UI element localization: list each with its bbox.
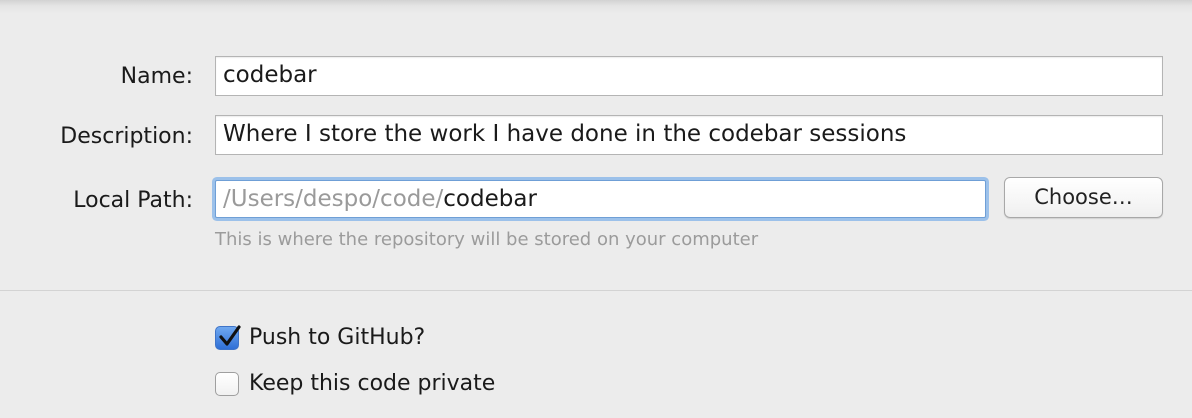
name-label: Name:: [120, 64, 193, 89]
description-value: Where I store the work I have done in th…: [223, 121, 907, 147]
name-field[interactable]: codebar: [215, 56, 1163, 96]
keep-private-checkbox[interactable]: [215, 372, 239, 396]
description-field[interactable]: Where I store the work I have done in th…: [215, 115, 1163, 155]
local-path-label: Local Path:: [73, 188, 193, 213]
keep-private-option[interactable]: Keep this code private: [215, 370, 495, 398]
local-path-field[interactable]: /Users/despo/code/codebar: [215, 180, 986, 218]
push-to-github-checkbox[interactable]: [215, 325, 241, 350]
description-label: Description:: [60, 124, 193, 149]
local-path-hint: This is where the repository will be sto…: [215, 229, 759, 250]
push-to-github-label: Push to GitHub?: [249, 325, 426, 350]
checkmark-icon: [219, 325, 241, 346]
choose-button[interactable]: Choose…: [1004, 177, 1163, 218]
push-to-github-option[interactable]: Push to GitHub?: [215, 324, 425, 352]
name-value: codebar: [223, 62, 317, 88]
local-path-value: codebar: [443, 186, 537, 212]
window-top-edge: [0, 0, 1192, 14]
local-path-prefix: /Users/despo/code/: [223, 186, 444, 212]
keep-private-label: Keep this code private: [249, 371, 496, 396]
section-divider: [0, 290, 1192, 291]
